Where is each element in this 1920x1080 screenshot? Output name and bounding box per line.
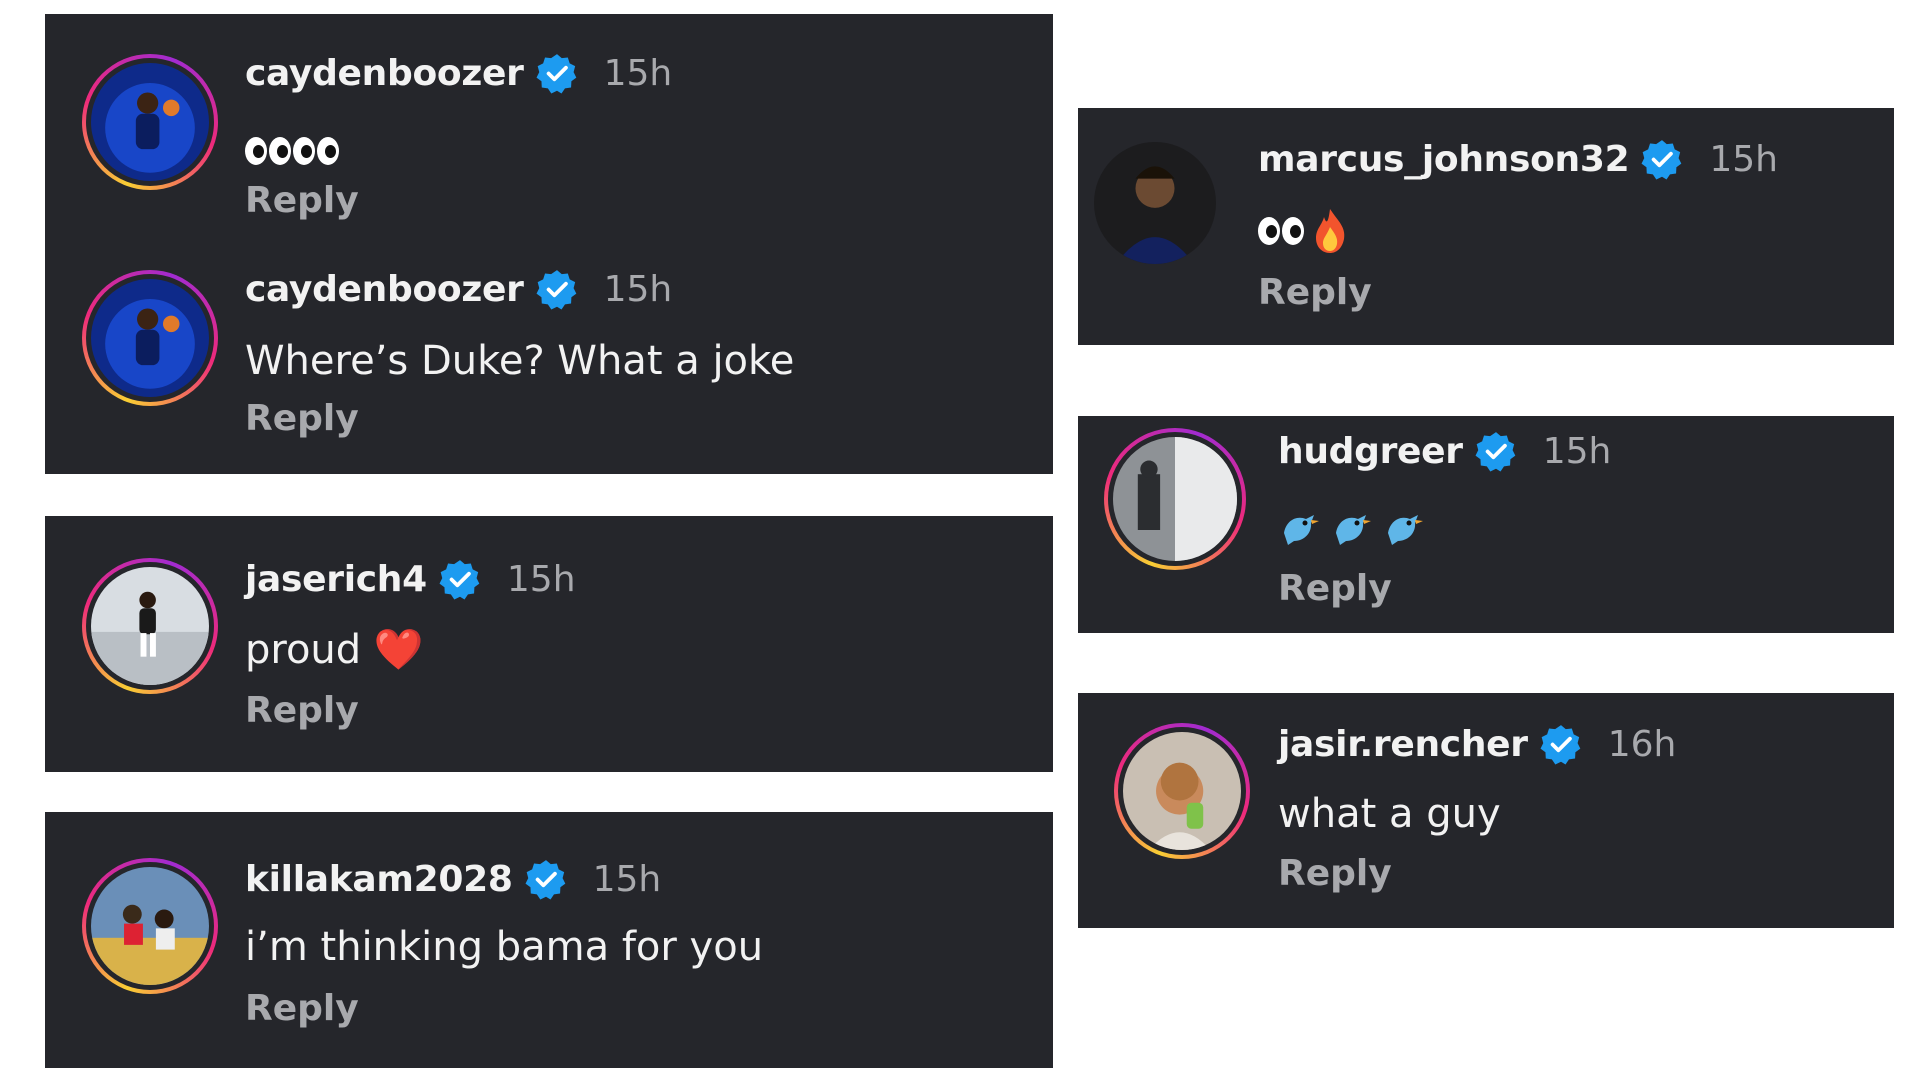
verified-badge-icon [1540,723,1582,765]
reply-button[interactable]: Reply [245,988,359,1029]
timestamp: 15h [506,558,576,600]
comment-text [245,126,341,172]
reply-button[interactable]: Reply [245,690,359,731]
fire-emoji-icon [1310,207,1350,255]
avatar[interactable] [82,270,218,406]
verified-badge-icon [1475,430,1517,472]
verified-badge-icon [536,52,578,94]
reply-button[interactable]: Reply [1278,568,1392,609]
username[interactable]: marcus_johnson32 [1258,139,1630,180]
avatar-photo [1113,437,1237,561]
comment-panel-3: killakam2028 15h i’m thinking bama for y… [45,812,1053,1068]
username[interactable]: jaserich4 [245,559,427,600]
comment-panel-5: hudgreer 15h Reply [1078,416,1894,633]
comment-panel-4: marcus_johnson32 15h Reply [1078,108,1894,345]
verified-badge-icon [536,268,578,310]
avatar-photo [1094,142,1216,264]
comment-item: caydenboozer 15h Where’s Duke? What a jo… [45,230,1053,474]
username[interactable]: caydenboozer [245,53,524,94]
timestamp: 15h [592,858,662,900]
username[interactable]: jasir.rencher [1278,724,1528,765]
verified-badge-icon [1641,138,1683,180]
comment-panel-2: jaserich4 15h proud ❤️ Reply [45,516,1053,772]
avatar-photo [1123,732,1241,850]
username[interactable]: caydenboozer [245,269,524,310]
reply-button[interactable]: Reply [245,398,359,439]
eyes-emoji [1258,206,1306,252]
avatar-photo [91,63,209,181]
timestamp: 16h [1607,723,1677,765]
reply-button[interactable]: Reply [245,180,359,221]
avatar[interactable] [82,558,218,694]
comment-panel-6: jasir.rencher 16h what a guy Reply [1078,693,1894,928]
avatar[interactable] [1104,428,1246,570]
avatar[interactable] [82,54,218,190]
comment-text: proud ❤️ [245,627,424,673]
red-heart-emoji: ❤️ [373,627,424,673]
avatar-photo [91,867,209,985]
verified-badge-icon [525,858,567,900]
comment-text [1258,206,1350,255]
verified-badge-icon [439,558,481,600]
comment-text: what a guy [1278,791,1501,837]
timestamp: 15h [1709,138,1778,180]
reply-button[interactable]: Reply [1258,272,1372,313]
comment-text [1278,500,1426,547]
avatar-photo [91,567,209,685]
comment-item: caydenboozer 15h Reply [45,14,1053,244]
avatar-photo [91,279,209,397]
comment-text: i’m thinking bama for you [245,924,764,970]
avatar[interactable] [1094,142,1216,264]
reply-button[interactable]: Reply [1278,853,1392,894]
username[interactable]: killakam2028 [245,859,513,900]
bird-emoji-icon [1278,503,1426,547]
timestamp: 15h [1542,430,1612,472]
comment-panel-1: caydenboozer 15h Reply caydenboozer 15h … [45,14,1053,474]
avatar[interactable] [82,858,218,994]
comment-text: Where’s Duke? What a joke [245,338,795,384]
timestamp: 15h [603,268,673,310]
username[interactable]: hudgreer [1278,431,1463,472]
eyes-emoji [245,126,341,172]
timestamp: 15h [603,52,673,94]
avatar[interactable] [1114,723,1250,859]
